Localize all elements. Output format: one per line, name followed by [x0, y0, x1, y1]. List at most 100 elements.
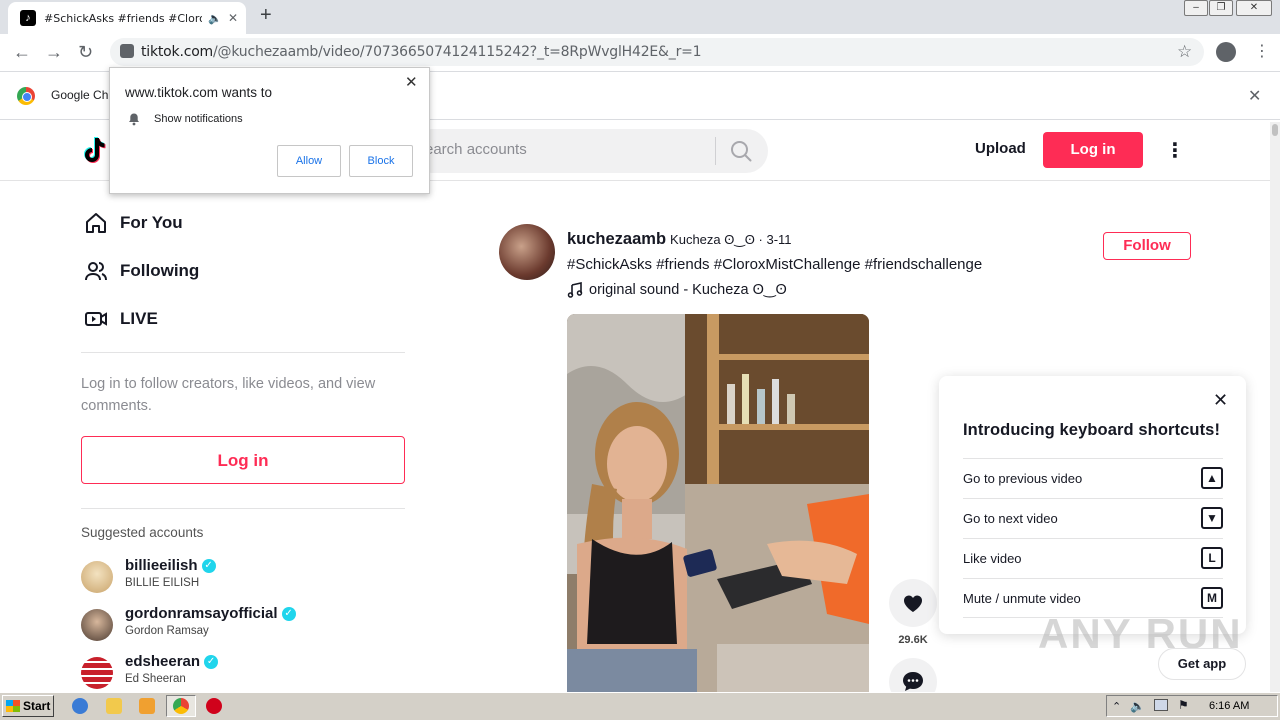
- video-player[interactable]: [567, 314, 869, 692]
- audio-icon[interactable]: 🔈: [208, 12, 222, 25]
- tab-close-button[interactable]: ✕: [228, 11, 238, 25]
- sound-text: original sound - Kucheza ʘ‿ʘ: [589, 282, 787, 298]
- author-nickname: Kucheza ʘ‿ʘ: [670, 232, 755, 247]
- profile-icon[interactable]: [1216, 42, 1236, 62]
- chrome-logo-icon: [17, 87, 35, 105]
- media-player-icon[interactable]: [139, 698, 155, 714]
- scrollbar[interactable]: [1270, 122, 1280, 692]
- reload-icon[interactable]: ↻: [78, 42, 93, 63]
- infobar-close-icon[interactable]: ✕: [1248, 86, 1261, 106]
- follow-button[interactable]: Follow: [1103, 232, 1191, 260]
- post-caption[interactable]: #SchickAsks #friends #CloroxMistChalleng…: [567, 256, 982, 273]
- get-app-button[interactable]: Get app: [1158, 648, 1246, 680]
- suggested-accounts-title: Suggested accounts: [81, 525, 204, 540]
- account-username: billieeilish ✓: [125, 557, 216, 574]
- suggested-account[interactable]: edsheeran ✓ Ed Sheeran: [81, 653, 411, 697]
- post-date: · 3-11: [754, 232, 792, 247]
- windows-logo-icon: [6, 700, 20, 712]
- allow-button[interactable]: Allow: [277, 145, 341, 177]
- minimize-button[interactable]: –: [1184, 0, 1208, 16]
- shortcut-label: Like video: [963, 551, 1022, 566]
- bell-icon: [129, 113, 139, 126]
- nav-following[interactable]: Following: [84, 256, 199, 286]
- like-button[interactable]: [889, 579, 937, 627]
- author-avatar[interactable]: [499, 224, 555, 280]
- volume-icon[interactable]: 🔈: [1130, 699, 1145, 713]
- antivirus-icon[interactable]: [206, 698, 222, 714]
- ie-icon[interactable]: [72, 698, 88, 714]
- start-button[interactable]: Start: [2, 695, 54, 717]
- search-icon[interactable]: [730, 140, 752, 162]
- forward-icon[interactable]: →: [45, 42, 63, 63]
- window-close-button[interactable]: ✕: [1236, 0, 1272, 16]
- shortcut-row: Go to previous video ▲: [963, 458, 1223, 498]
- shortcut-row: Like video L: [963, 538, 1223, 578]
- header-login-button[interactable]: Log in: [1043, 132, 1143, 168]
- network-icon[interactable]: [1154, 699, 1168, 711]
- folder-icon[interactable]: [106, 698, 122, 714]
- search-input[interactable]: earch accounts: [425, 141, 527, 158]
- permission-title: www.tiktok.com wants to: [125, 85, 273, 100]
- shortcut-row: Go to next video ▼: [963, 498, 1223, 538]
- login-prompt-text: Log in to follow creators, like videos, …: [81, 376, 376, 414]
- suggested-account[interactable]: billieeilish ✓ BILLIE EILISH: [81, 557, 411, 601]
- post-sound[interactable]: original sound - Kucheza ʘ‿ʘ: [567, 282, 787, 298]
- browser-tab[interactable]: ♪ #SchickAsks #friends #CloroxMistChalle…: [8, 2, 246, 34]
- verified-icon: ✓: [201, 558, 216, 573]
- nav-label: Following: [120, 261, 200, 280]
- username-text: edsheeran: [125, 653, 201, 670]
- account-username: edsheeran ✓: [125, 653, 219, 670]
- avatar: [81, 657, 113, 689]
- shortcut-label: Go to previous video: [963, 471, 1083, 486]
- verified-icon: ✓: [204, 654, 219, 669]
- flag-icon[interactable]: ⚑: [1178, 698, 1189, 712]
- l-key-icon: L: [1201, 547, 1223, 569]
- tray-arrow-icon[interactable]: ⌃: [1112, 700, 1121, 713]
- avatar: [81, 561, 113, 593]
- lock-icon[interactable]: [120, 44, 134, 58]
- home-icon: [86, 213, 106, 233]
- shortcuts-title: Introducing keyboard shortcuts!: [963, 421, 1221, 439]
- new-tab-button[interactable]: +: [260, 4, 272, 27]
- nav-label: LIVE: [120, 309, 158, 328]
- bookmark-star-icon[interactable]: ☆: [1177, 42, 1192, 62]
- tiktok-favicon-icon: ♪: [20, 10, 36, 26]
- author-username: kuchezaamb: [567, 230, 667, 248]
- avatar: [81, 609, 113, 641]
- restore-button[interactable]: ❐: [1209, 0, 1233, 16]
- shortcut-label: Go to next video: [963, 511, 1058, 526]
- post-author[interactable]: kuchezaamb Kucheza ʘ‿ʘ · 3-11: [567, 230, 792, 249]
- users-icon: [85, 262, 107, 281]
- sidebar-login-button[interactable]: Log in: [81, 436, 405, 484]
- heart-icon: [903, 595, 923, 612]
- suggested-account[interactable]: gordonramsayofficial ✓ Gordon Ramsay: [81, 605, 411, 649]
- permission-close-icon[interactable]: ✕: [405, 73, 418, 91]
- video-frame: [567, 314, 869, 692]
- upload-link[interactable]: Upload: [975, 140, 1026, 157]
- account-display-name: BILLIE EILISH: [125, 577, 200, 589]
- more-options-icon[interactable]: ⋮: [1165, 138, 1185, 163]
- account-display-name: Ed Sheeran: [125, 673, 186, 685]
- shortcuts-close-icon[interactable]: ✕: [1213, 390, 1228, 411]
- tab-title: #SchickAsks #friends #CloroxMistChalleng…: [44, 11, 202, 25]
- url-host: tiktok.com: [141, 44, 213, 60]
- divider: [81, 352, 405, 353]
- permission-text: Show notifications: [154, 113, 243, 125]
- block-button[interactable]: Block: [349, 145, 413, 177]
- clock[interactable]: 6:16 AM: [1209, 700, 1249, 712]
- like-count: 29.6K: [898, 634, 928, 646]
- nav-label: For You: [120, 213, 183, 232]
- chrome-menu-icon[interactable]: ⋮: [1254, 41, 1270, 61]
- url-text[interactable]: tiktok.com/@kuchezaamb/video/70736650741…: [141, 44, 702, 60]
- nav-for-you[interactable]: For You: [84, 208, 183, 238]
- shortcut-label: Mute / unmute video: [963, 591, 1081, 606]
- up-arrow-key-icon: ▲: [1201, 467, 1223, 489]
- verified-icon: ✓: [281, 606, 296, 621]
- search-divider: [715, 137, 716, 165]
- nav-live[interactable]: LIVE: [84, 304, 158, 334]
- start-label: Start: [23, 699, 51, 713]
- tiktok-logo-icon[interactable]: [81, 136, 107, 164]
- back-icon[interactable]: ←: [13, 42, 31, 63]
- scrollbar-thumb[interactable]: [1272, 124, 1278, 136]
- down-arrow-key-icon: ▼: [1201, 507, 1223, 529]
